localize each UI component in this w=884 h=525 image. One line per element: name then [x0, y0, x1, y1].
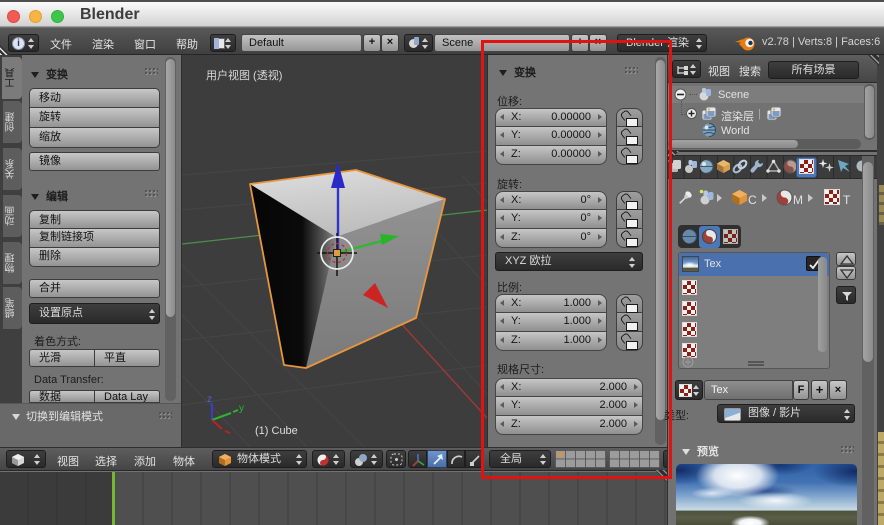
svg-text:y: y — [239, 403, 244, 414]
svg-text:z: z — [207, 394, 212, 405]
